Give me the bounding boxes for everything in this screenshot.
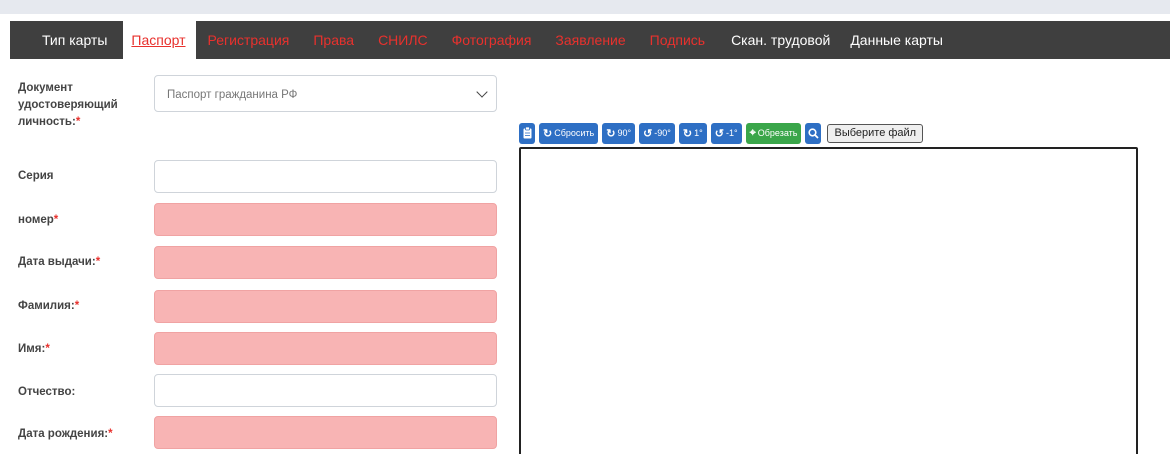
tab-card-type[interactable]: Тип карты — [10, 21, 123, 59]
surname-label: Фамилия:* — [18, 300, 80, 312]
clipboard-icon — [523, 127, 531, 139]
reset-button[interactable]: ↻ Сбросить — [539, 122, 599, 144]
rotate-left-icon: ↺ — [643, 127, 653, 140]
tab-work-book-scan[interactable]: Скан. трудовой — [717, 21, 842, 59]
chevron-down-icon — [476, 86, 488, 98]
tab-signature[interactable]: Подпись — [638, 21, 717, 59]
required-mark: * — [108, 428, 113, 440]
document-type-value: Паспорт гражданина РФ — [167, 89, 298, 101]
required-mark: * — [53, 214, 59, 226]
birth-date-label: Дата рождения:* — [18, 428, 113, 440]
birth-date-input[interactable] — [154, 416, 497, 449]
series-label: Серия — [18, 170, 54, 182]
document-type-select[interactable]: Паспорт гражданина РФ — [154, 75, 497, 112]
patronymic-label: Отчество: — [18, 386, 76, 398]
zoom-button[interactable] — [805, 122, 822, 144]
rotate-left-90-button[interactable]: ↺ -90° — [639, 122, 675, 144]
issue-date-input[interactable] — [154, 246, 497, 279]
document-type-label: Документ удостоверяющий личность:* — [18, 82, 118, 128]
image-toolbar: ↻ Сбросить ↻ 90° ↺ -90° ↻ 1° ↺ -1° ⌖ Обрезать … — [519, 122, 924, 144]
tab-snils[interactable]: СНИЛС — [366, 21, 440, 59]
tab-card-data[interactable]: Данные карты — [842, 21, 951, 59]
patronymic-input[interactable] — [154, 374, 497, 407]
tab-registration[interactable]: Регистрация — [196, 21, 302, 59]
rotate-right-1-button[interactable]: ↻ 1° — [678, 122, 707, 144]
clipboard-button[interactable] — [519, 122, 535, 144]
tab-passport[interactable]: Паспорт — [123, 21, 196, 59]
name-label: Имя:* — [18, 343, 50, 355]
number-label: номер* — [18, 214, 59, 226]
tab-bar: Тип карты Паспорт Регистрация Права СНИЛ… — [10, 21, 1170, 59]
series-input[interactable] — [154, 160, 497, 193]
surname-input[interactable] — [154, 290, 497, 323]
name-input[interactable] — [154, 332, 497, 365]
rotate-left-icon: ↺ — [714, 127, 724, 140]
rotate-right-90-button[interactable]: ↻ 90° — [602, 122, 636, 144]
crop-icon: ⌖ — [749, 126, 756, 139]
image-canvas[interactable] — [519, 147, 1138, 454]
crop-button[interactable]: ⌖ Обрезать — [745, 122, 802, 144]
refresh-icon: ↻ — [543, 127, 553, 140]
search-icon — [808, 127, 819, 139]
tab-license[interactable]: Права — [301, 21, 366, 59]
issue-date-label: Дата выдачи:* — [18, 256, 101, 268]
choose-file-button[interactable]: Выберите файл — [827, 123, 924, 143]
required-mark: * — [95, 256, 101, 268]
required-mark: * — [74, 300, 80, 312]
rotate-right-icon: ↻ — [606, 127, 616, 140]
required-mark: * — [75, 116, 81, 128]
top-strip — [0, 0, 1170, 14]
tab-photo[interactable]: Фотография — [440, 21, 544, 59]
required-mark: * — [45, 343, 50, 355]
rotate-left-1-button[interactable]: ↺ -1° — [710, 122, 742, 144]
rotate-right-icon: ↻ — [682, 127, 693, 140]
tab-application[interactable]: Заявление — [543, 21, 637, 59]
number-input[interactable] — [154, 203, 497, 236]
